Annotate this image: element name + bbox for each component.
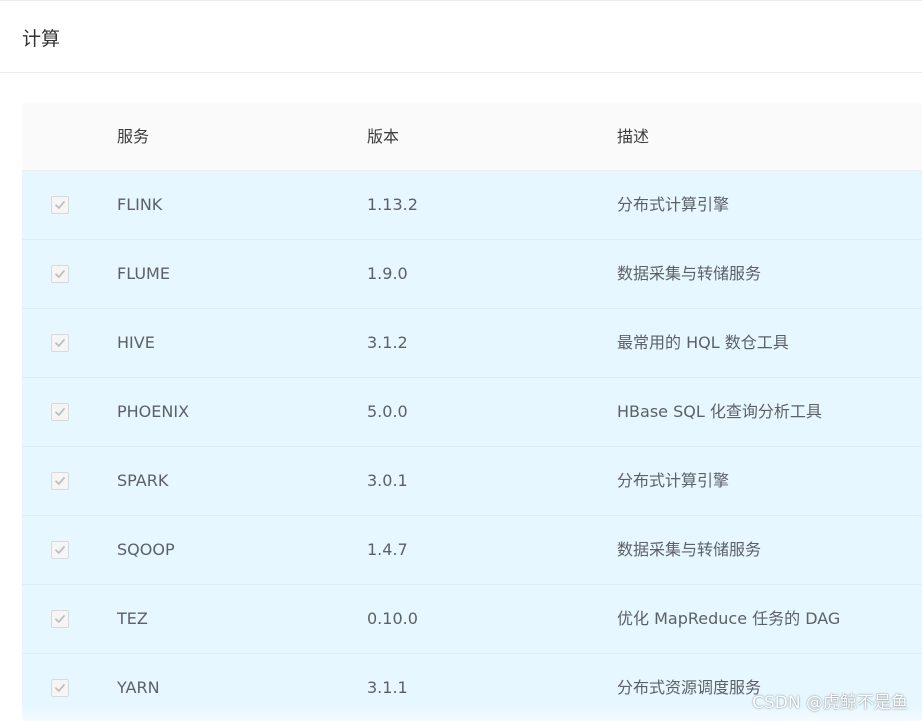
header-service: 服务 <box>117 127 150 146</box>
table-row[interactable]: SPARK 3.0.1 分布式计算引擎 <box>22 447 922 516</box>
section-header: 计算 <box>0 0 922 73</box>
checkmark-icon <box>55 270 65 278</box>
cell-service: YARN <box>117 678 160 697</box>
checkmark-icon <box>55 201 65 209</box>
row-checkbox[interactable] <box>51 265 69 283</box>
cell-version: 5.0.0 <box>367 402 408 421</box>
table-header-row: 服务 版本 描述 <box>22 103 922 171</box>
row-checkbox[interactable] <box>51 541 69 559</box>
services-table: 服务 版本 描述 FLINK 1.13.2 分布式计算引擎 FLUME 1.9.… <box>22 103 922 721</box>
cell-description: 优化 MapReduce 任务的 DAG <box>617 609 841 628</box>
compute-services-page: 计算 服务 版本 描述 FLINK 1.13.2 分布式计算引擎 FLUME 1… <box>0 0 922 721</box>
row-checkbox[interactable] <box>51 334 69 352</box>
cell-service: FLUME <box>117 264 170 283</box>
cell-description: 分布式计算引擎 <box>617 195 730 214</box>
row-checkbox[interactable] <box>51 610 69 628</box>
checkmark-icon <box>55 684 65 692</box>
row-checkbox[interactable] <box>51 472 69 490</box>
cell-version: 1.13.2 <box>367 195 418 214</box>
table-row[interactable]: TEZ 0.10.0 优化 MapReduce 任务的 DAG <box>22 585 922 654</box>
cell-description: HBase SQL 化查询分析工具 <box>617 402 822 421</box>
header-version: 版本 <box>367 127 400 146</box>
cell-description: 分布式资源调度服务 <box>617 678 762 697</box>
table-row[interactable]: HIVE 3.1.2 最常用的 HQL 数仓工具 <box>22 309 922 378</box>
cell-service: SQOOP <box>117 540 175 559</box>
header-description: 描述 <box>617 127 650 146</box>
checkmark-icon <box>55 615 65 623</box>
row-checkbox[interactable] <box>51 403 69 421</box>
cell-service: FLINK <box>117 195 163 214</box>
checkmark-icon <box>55 339 65 347</box>
cell-service: PHOENIX <box>117 402 190 421</box>
checkmark-icon <box>55 408 65 416</box>
checkmark-icon <box>55 546 65 554</box>
cell-service: TEZ <box>117 609 148 628</box>
watermark: CSDN @虎鲸不是鱼 <box>752 693 908 713</box>
cell-description: 最常用的 HQL 数仓工具 <box>617 333 789 352</box>
cell-service: SPARK <box>117 471 169 490</box>
cell-version: 1.4.7 <box>367 540 408 559</box>
cell-version: 3.1.2 <box>367 333 408 352</box>
cell-service: HIVE <box>117 333 155 352</box>
row-checkbox[interactable] <box>51 679 69 697</box>
table-row[interactable]: SQOOP 1.4.7 数据采集与转储服务 <box>22 516 922 585</box>
cell-description: 数据采集与转储服务 <box>617 264 762 283</box>
cell-version: 3.0.1 <box>367 471 408 490</box>
checkmark-icon <box>55 477 65 485</box>
cell-description: 数据采集与转储服务 <box>617 540 762 559</box>
cell-version: 3.1.1 <box>367 678 408 697</box>
cell-version: 1.9.0 <box>367 264 408 283</box>
row-checkbox[interactable] <box>51 196 69 214</box>
cell-description: 分布式计算引擎 <box>617 471 730 490</box>
cell-version: 0.10.0 <box>367 609 418 628</box>
table-row[interactable]: FLUME 1.9.0 数据采集与转储服务 <box>22 240 922 309</box>
table-row[interactable]: FLINK 1.13.2 分布式计算引擎 <box>22 171 922 240</box>
section-title: 计算 <box>22 28 61 50</box>
table-row[interactable]: PHOENIX 5.0.0 HBase SQL 化查询分析工具 <box>22 378 922 447</box>
